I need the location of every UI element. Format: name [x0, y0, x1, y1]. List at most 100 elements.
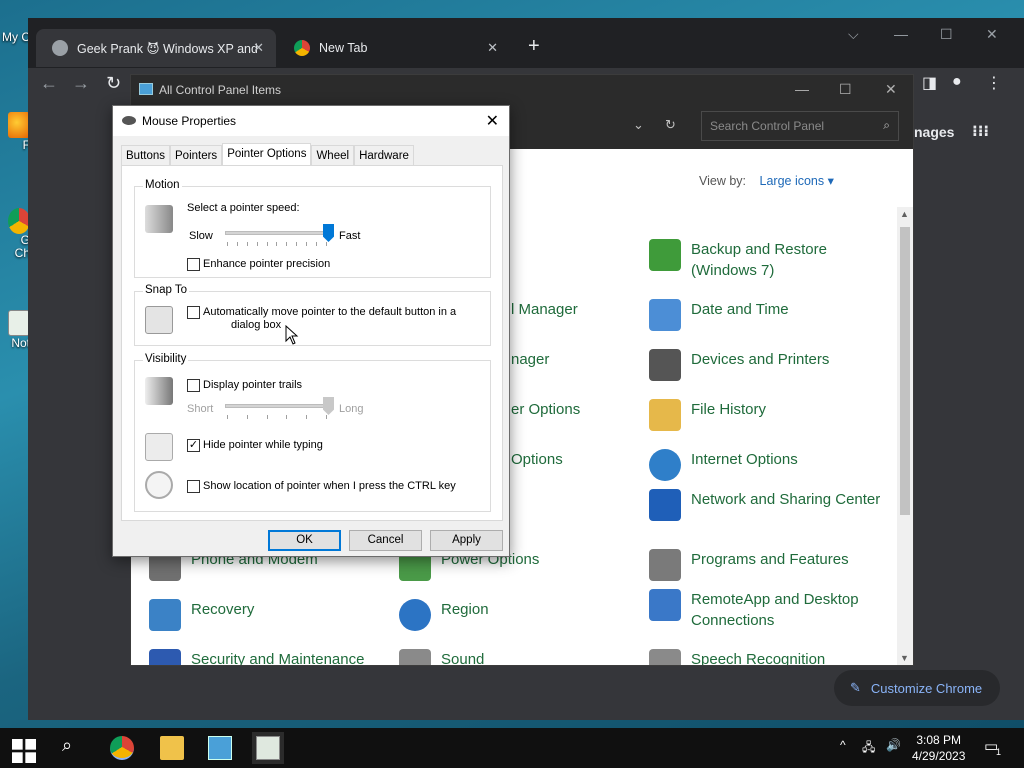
- cp-item-partial[interactable]: l Manager: [511, 299, 701, 320]
- ok-button[interactable]: OK: [268, 530, 341, 551]
- file-explorer-icon[interactable]: [160, 736, 184, 760]
- maximize-icon[interactable]: ☐: [940, 26, 953, 43]
- control-panel-taskbar-icon[interactable]: [208, 736, 232, 760]
- desktop-icon-notepad[interactable]: Not: [0, 310, 30, 350]
- slow-label: Slow: [189, 230, 213, 242]
- cp-item-partial[interactable]: Options: [511, 449, 701, 470]
- cp-item-backup-restore[interactable]: Backup and Restore (Windows 7): [649, 239, 881, 281]
- scroll-up-icon[interactable]: ▲: [900, 209, 909, 219]
- pointer-trails-icon: [145, 377, 173, 405]
- pointer-speed-thumb[interactable]: [323, 224, 334, 242]
- tab-close-icon[interactable]: ✕: [487, 40, 498, 56]
- control-panel-icon: [139, 83, 153, 95]
- trail-length-slider[interactable]: [225, 404, 329, 408]
- cancel-button[interactable]: Cancel: [349, 530, 422, 551]
- tab-geek-prank[interactable]: Geek Prank 😈 Windows XP and ✕: [36, 29, 276, 67]
- dialog-titlebar: Mouse Properties ✕: [113, 106, 509, 136]
- pointer-options-panel: Motion Select a pointer speed: Slow Fast…: [121, 165, 503, 521]
- trail-length-thumb[interactable]: [323, 397, 334, 415]
- enhance-precision-checkbox[interactable]: [187, 258, 200, 271]
- tray-chevron-icon[interactable]: ^: [840, 738, 846, 752]
- back-icon[interactable]: ←: [40, 73, 58, 94]
- cp-item-label: er Options: [511, 401, 581, 418]
- desktop-icon-google-chrome[interactable]: G Ch: [0, 208, 30, 260]
- tab-new-tab[interactable]: New Tab ✕: [278, 29, 510, 67]
- snap-to-checkbox[interactable]: [187, 306, 200, 319]
- cp-item-label: Date and Time: [691, 301, 789, 318]
- cp-item-remoteapp[interactable]: RemoteApp and Desktop Connections: [649, 589, 881, 631]
- tab-pointer-options[interactable]: Pointer Options: [222, 143, 312, 166]
- desktop-icon-my-computer[interactable]: My C: [0, 30, 30, 44]
- profile-icon[interactable]: ●: [952, 73, 962, 91]
- scroll-down-icon[interactable]: ▼: [900, 653, 909, 663]
- clock-date: 4/29/2023: [912, 749, 966, 763]
- desktop-icon-firefox[interactable]: F: [0, 112, 30, 152]
- images-link[interactable]: nages: [914, 124, 954, 140]
- forward-icon[interactable]: →: [72, 73, 90, 94]
- side-panel-icon[interactable]: ◨: [922, 73, 937, 93]
- desktop-icon-label: My C: [2, 30, 30, 44]
- refresh-icon[interactable]: ↻: [665, 117, 676, 133]
- volume-tray-icon[interactable]: 🔊: [886, 738, 901, 752]
- tab-buttons[interactable]: Buttons: [121, 145, 170, 166]
- speaker-icon: [399, 649, 431, 665]
- search-icon[interactable]: ⌕: [62, 735, 86, 759]
- view-by-dropdown[interactable]: Large icons ▾: [760, 174, 834, 188]
- hide-while-typing-icon: [145, 433, 173, 461]
- cp-item-security-maintenance[interactable]: Security and Maintenance: [149, 649, 381, 665]
- clock[interactable]: 3:08 PM 4/29/2023: [912, 732, 965, 764]
- cp-item-partial[interactable]: nager: [511, 349, 701, 370]
- cp-scrollbar[interactable]: ▲ ▼: [897, 207, 913, 665]
- cp-item-sound[interactable]: Sound: [399, 649, 631, 665]
- tab-search-icon[interactable]: ⌵: [848, 26, 859, 43]
- pointer-trails-checkbox[interactable]: [187, 379, 200, 392]
- new-tab-button[interactable]: +: [528, 35, 540, 58]
- tab-close-icon[interactable]: ✕: [253, 40, 264, 56]
- address-dropdown-icon[interactable]: ⌄: [633, 117, 644, 133]
- customize-chrome-button[interactable]: ✎ Customize Chrome: [834, 670, 1000, 706]
- cp-close-icon[interactable]: ✕: [885, 81, 897, 98]
- motion-group: Motion Select a pointer speed: Slow Fast…: [134, 179, 491, 278]
- apply-button[interactable]: Apply: [430, 530, 503, 551]
- cp-item-network-sharing[interactable]: Network and Sharing Center: [649, 489, 881, 521]
- tab-favicon: [52, 40, 68, 56]
- tab-pointers[interactable]: Pointers: [170, 145, 223, 166]
- reload-icon[interactable]: ↻: [106, 73, 121, 94]
- cp-item-partial[interactable]: er Options: [511, 399, 701, 420]
- clock-time: 3:08 PM: [916, 733, 962, 747]
- apps-grid-icon[interactable]: ⁝⁝⁝: [972, 122, 989, 140]
- tab-hardware[interactable]: Hardware: [354, 145, 414, 166]
- cp-search-input[interactable]: Search Control Panel ⌕: [701, 111, 899, 141]
- recovery-icon: [149, 599, 181, 631]
- hide-while-typing-checkbox[interactable]: ✓: [187, 439, 200, 452]
- dialog-close-icon[interactable]: ✕: [486, 111, 499, 131]
- cp-item-region[interactable]: Region: [399, 599, 631, 631]
- cp-item-programs-features[interactable]: Programs and Features: [649, 549, 881, 581]
- dialog-title: Mouse Properties: [142, 114, 237, 128]
- cp-minimize-icon[interactable]: —: [795, 81, 809, 97]
- snap-to-label-line1: Automatically move pointer to the defaul…: [203, 306, 457, 318]
- minimize-icon[interactable]: —: [894, 26, 908, 42]
- close-window-icon[interactable]: ✕: [986, 26, 998, 43]
- cp-item-recovery[interactable]: Recovery: [149, 599, 381, 631]
- mouse-properties-dialog: Mouse Properties ✕ Buttons Pointers Poin…: [112, 105, 510, 557]
- cp-item-label: Internet Options: [691, 451, 798, 468]
- pointer-speed-slider[interactable]: [225, 231, 329, 235]
- network-tray-icon[interactable]: 🖧: [862, 738, 875, 759]
- ctrl-locate-checkbox[interactable]: [187, 480, 200, 493]
- mouse-cursor-icon: [285, 325, 299, 345]
- menu-icon[interactable]: ⋮: [986, 73, 1002, 93]
- cp-item-label: RemoteApp and Desktop Connections: [691, 591, 859, 629]
- snap-to-group: Snap To Automatically move pointer to th…: [134, 284, 491, 346]
- remote-desktop-icon: [649, 589, 681, 621]
- backup-restore-icon: [649, 239, 681, 271]
- cp-item-speech-recognition[interactable]: Speech Recognition: [649, 649, 881, 665]
- mouse-properties-taskbar-icon[interactable]: [252, 732, 284, 764]
- cp-maximize-icon[interactable]: ☐: [839, 81, 852, 98]
- customize-chrome-label: Customize Chrome: [870, 680, 983, 696]
- scroll-thumb[interactable]: [900, 227, 910, 515]
- start-windows-icon[interactable]: [12, 739, 36, 763]
- tab-wheel[interactable]: Wheel: [311, 145, 355, 166]
- fast-label: Fast: [339, 230, 361, 242]
- chrome-taskbar-icon[interactable]: [110, 736, 134, 760]
